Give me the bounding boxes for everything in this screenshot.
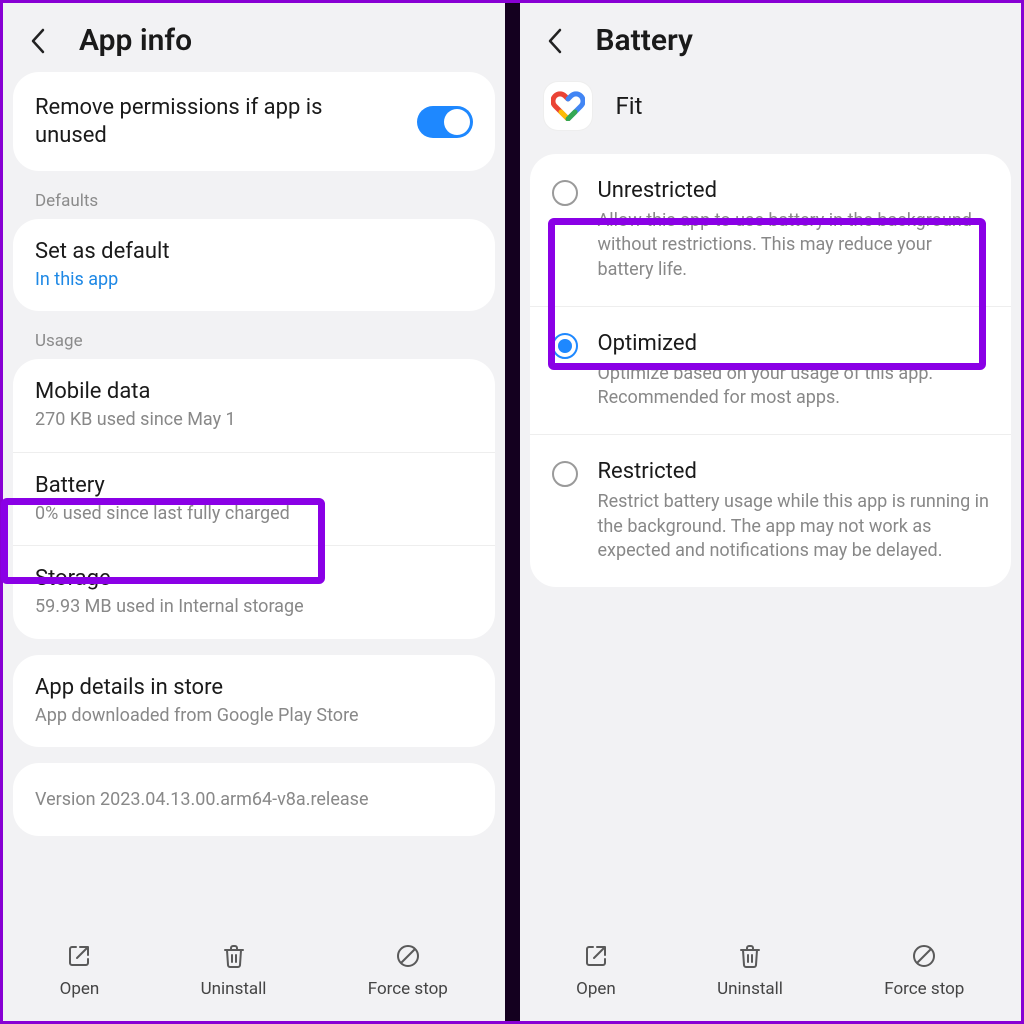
chevron-left-icon — [547, 28, 563, 54]
unrestricted-desc: Allow this app to use battery in the bac… — [598, 209, 990, 282]
app-details-sub: App downloaded from Google Play Store — [35, 704, 473, 727]
open-button[interactable]: Open — [576, 941, 616, 999]
phone-divider — [505, 3, 520, 1021]
force-stop-icon — [393, 941, 423, 971]
trash-icon — [735, 941, 765, 971]
unrestricted-title: Unrestricted — [598, 178, 990, 203]
card-defaults: Set as default In this app — [13, 219, 495, 311]
force-stop-label: Force stop — [884, 979, 964, 999]
content-scroll[interactable]: Unrestricted Allow this app to use batte… — [520, 154, 1022, 927]
remove-permissions-label: Remove permissions if app is unused — [35, 94, 355, 149]
open-label: Open — [576, 979, 616, 999]
force-stop-button[interactable]: Force stop — [368, 941, 448, 999]
open-icon — [581, 941, 611, 971]
chevron-left-icon — [30, 28, 46, 54]
app-details-title: App details in store — [35, 675, 473, 700]
page-title: Battery — [596, 23, 693, 58]
option-optimized[interactable]: Optimized Optimize based on your usage o… — [530, 306, 1012, 435]
radio-unrestricted[interactable] — [552, 180, 578, 206]
uninstall-label: Uninstall — [717, 979, 783, 999]
optimized-desc: Optimize based on your usage of this app… — [598, 362, 990, 411]
phone-battery-settings: Battery Fit Unrestricted Allow this app … — [520, 3, 1022, 1021]
version-label: Version 2023.04.13.00.arm64-v8a.release — [13, 763, 495, 836]
app-name: Fit — [616, 92, 643, 120]
battery-row[interactable]: Battery 0% used since last fully charged — [13, 452, 495, 545]
optimized-title: Optimized — [598, 331, 990, 356]
content-scroll[interactable]: Remove permissions if app is unused Defa… — [3, 72, 505, 927]
option-restricted[interactable]: Restricted Restrict battery usage while … — [530, 434, 1012, 587]
storage-sub: 59.93 MB used in Internal storage — [35, 595, 473, 618]
force-stop-button[interactable]: Force stop — [884, 941, 964, 999]
mobile-data-sub: 270 KB used since May 1 — [35, 408, 473, 431]
app-details-row[interactable]: App details in store App downloaded from… — [13, 655, 495, 747]
restricted-title: Restricted — [598, 459, 990, 484]
card-usage: Mobile data 270 KB used since May 1 Batt… — [13, 359, 495, 638]
card-battery-options: Unrestricted Allow this app to use batte… — [530, 154, 1012, 587]
back-button[interactable] — [542, 28, 568, 54]
set-as-default-sub: In this app — [35, 268, 473, 291]
app-chip: Fit — [520, 72, 1022, 154]
set-as-default-title: Set as default — [35, 239, 473, 264]
battery-title: Battery — [35, 473, 473, 498]
radio-restricted[interactable] — [552, 461, 578, 487]
card-app-details: App details in store App downloaded from… — [13, 655, 495, 747]
header: App info — [3, 3, 505, 72]
bottom-bar: Open Uninstall Force stop — [520, 927, 1022, 1021]
header: Battery — [520, 3, 1022, 72]
trash-icon — [219, 941, 249, 971]
radio-optimized[interactable] — [552, 333, 578, 359]
uninstall-button[interactable]: Uninstall — [201, 941, 267, 999]
remove-permissions-row[interactable]: Remove permissions if app is unused — [13, 72, 495, 171]
google-fit-icon — [544, 82, 592, 130]
section-label-defaults: Defaults — [13, 187, 495, 219]
remove-permissions-toggle[interactable] — [417, 106, 473, 138]
uninstall-button[interactable]: Uninstall — [717, 941, 783, 999]
restricted-desc: Restrict battery usage while this app is… — [598, 490, 990, 563]
force-stop-label: Force stop — [368, 979, 448, 999]
card-remove-permissions: Remove permissions if app is unused — [13, 72, 495, 171]
uninstall-label: Uninstall — [201, 979, 267, 999]
mobile-data-title: Mobile data — [35, 379, 473, 404]
force-stop-icon — [909, 941, 939, 971]
open-button[interactable]: Open — [60, 941, 100, 999]
mobile-data-row[interactable]: Mobile data 270 KB used since May 1 — [13, 359, 495, 451]
bottom-bar: Open Uninstall Force stop — [3, 927, 505, 1021]
back-button[interactable] — [25, 28, 51, 54]
storage-title: Storage — [35, 566, 473, 591]
section-label-usage: Usage — [13, 327, 495, 359]
open-label: Open — [60, 979, 100, 999]
storage-row[interactable]: Storage 59.93 MB used in Internal storag… — [13, 545, 495, 638]
set-as-default-row[interactable]: Set as default In this app — [13, 219, 495, 311]
phone-app-info: App info Remove permissions if app is un… — [3, 3, 505, 1021]
open-icon — [64, 941, 94, 971]
option-unrestricted[interactable]: Unrestricted Allow this app to use batte… — [530, 154, 1012, 306]
page-title: App info — [79, 23, 192, 58]
battery-sub: 0% used since last fully charged — [35, 502, 473, 525]
